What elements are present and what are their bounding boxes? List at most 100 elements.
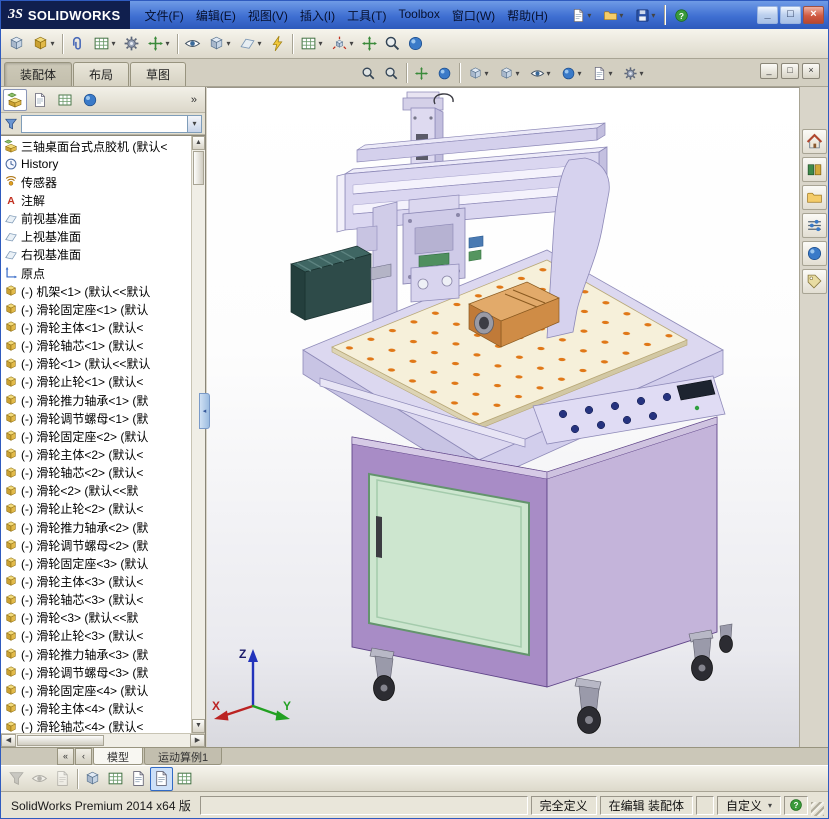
edit-appearance-icon[interactable] xyxy=(556,62,587,84)
apply-scene-icon[interactable] xyxy=(587,62,618,84)
help-icon[interactable] xyxy=(670,3,693,27)
custom-properties-tab[interactable] xyxy=(801,269,827,294)
tree-item[interactable]: (-) 滑轮止轮<2> (默认< xyxy=(1,500,191,518)
doc-restore-button[interactable]: □ xyxy=(781,63,799,79)
tree-item[interactable]: (-) 滑轮推力轴承<1> (默 xyxy=(1,391,191,409)
tree-item[interactable]: (-) 滑轮固定座<3> (默认 xyxy=(1,554,191,572)
tree-item[interactable]: (-) 滑轮轴芯<1> (默认< xyxy=(1,337,191,355)
tree-item[interactable]: 传感器 xyxy=(1,173,191,191)
panel-splitter-handle[interactable]: ◂ xyxy=(199,393,210,429)
previous-view-icon[interactable] xyxy=(410,62,433,84)
smart-fasteners-icon[interactable] xyxy=(120,32,143,56)
tab-model[interactable]: 模型 xyxy=(93,748,143,765)
tree-item[interactable]: (-) 滑轮主体<3> (默认< xyxy=(1,572,191,590)
tree-filter-input[interactable]: ▾ xyxy=(21,114,202,133)
panel-overflow-button[interactable]: » xyxy=(185,94,203,106)
3d-model-view[interactable] xyxy=(207,88,799,747)
filter-funnel-icon[interactable] xyxy=(4,117,18,131)
tree-item[interactable]: (-) 滑轮止轮<3> (默认< xyxy=(1,627,191,645)
tab-motion-study-1[interactable]: 运动算例1 xyxy=(144,748,223,765)
new-motion-study-icon[interactable] xyxy=(266,32,289,56)
show-hidden-components-icon[interactable] xyxy=(181,32,204,56)
move-component-icon[interactable] xyxy=(143,32,174,56)
menu-view[interactable]: 视图(V) xyxy=(242,5,294,26)
open-icon[interactable] xyxy=(598,3,629,27)
mate-icon[interactable] xyxy=(66,32,89,56)
tab-scroll-left-button[interactable]: ‹ xyxy=(75,748,92,765)
tree-item[interactable]: (-) 滑轮固定座<1> (默认 xyxy=(1,300,191,318)
tree-item[interactable]: 右视基准面 xyxy=(1,246,191,264)
tree-item[interactable]: (-) 滑轮<1> (默认<<默认 xyxy=(1,355,191,373)
assembly-visualization-icon[interactable] xyxy=(81,767,104,791)
section-view-icon[interactable] xyxy=(433,62,456,84)
grid-snap-icon[interactable] xyxy=(173,767,196,791)
isolate-icon[interactable] xyxy=(404,32,427,56)
displaymanager-tab[interactable] xyxy=(78,89,102,111)
tree-item[interactable]: 前视基准面 xyxy=(1,210,191,228)
display-style-icon[interactable] xyxy=(494,62,525,84)
design-library-tab[interactable] xyxy=(801,157,827,182)
tree-horizontal-scrollbar[interactable]: ◀ ▶ xyxy=(1,733,205,747)
tree-item[interactable]: 三轴桌面台式点胶机 (默认< xyxy=(1,137,191,155)
minimize-button[interactable]: _ xyxy=(757,6,778,24)
file-explorer-tab[interactable] xyxy=(801,185,827,210)
tree-item[interactable]: (-) 滑轮调节螺母<3> (默 xyxy=(1,663,191,681)
scroll-up-icon[interactable]: ▲ xyxy=(192,136,205,150)
tree-item[interactable]: (-) 滑轮轴芯<2> (默认< xyxy=(1,464,191,482)
doc-close-button[interactable]: × xyxy=(802,63,820,79)
filter-dropdown-icon[interactable]: ▾ xyxy=(187,115,201,132)
close-button[interactable]: × xyxy=(803,6,824,24)
sheet-format-icon[interactable] xyxy=(127,767,150,791)
tree-item[interactable]: (-) 滑轮主体<2> (默认< xyxy=(1,445,191,463)
tree-item[interactable]: 上视基准面 xyxy=(1,228,191,246)
zoom-to-area-icon[interactable] xyxy=(380,62,403,84)
tab-scroll-start-button[interactable]: « xyxy=(57,748,74,765)
view-settings-icon[interactable] xyxy=(618,62,649,84)
tree-item[interactable]: (-) 滑轮推力轴承<3> (默 xyxy=(1,645,191,663)
appearances-tab[interactable] xyxy=(801,241,827,266)
tree-item[interactable]: (-) 滑轮固定座<2> (默认 xyxy=(1,427,191,445)
view-orientation-icon[interactable] xyxy=(463,62,494,84)
tree-item[interactable]: (-) 滑轮轴芯<4> (默认< xyxy=(1,718,191,733)
scroll-left-icon[interactable]: ◀ xyxy=(1,734,16,747)
tree-item[interactable]: (-) 滑轮推力轴承<2> (默 xyxy=(1,518,191,536)
tree-item[interactable]: (-) 机架<1> (默认<<默认 xyxy=(1,282,191,300)
tree-item[interactable]: 原点 xyxy=(1,264,191,282)
scrollbar-thumb[interactable] xyxy=(193,151,204,185)
menu-tools[interactable]: 工具(T) xyxy=(341,5,392,26)
tree-item[interactable]: (-) 滑轮调节螺母<1> (默 xyxy=(1,409,191,427)
menu-insert[interactable]: 插入(I) xyxy=(294,5,341,26)
solidworks-resources-tab[interactable] xyxy=(801,129,827,154)
insert-components-icon[interactable] xyxy=(28,32,59,56)
scroll-right-icon[interactable]: ▶ xyxy=(190,734,205,747)
menu-toolbox[interactable]: Toolbox xyxy=(392,5,445,26)
tree-item[interactable]: History xyxy=(1,155,191,173)
tree-item[interactable]: (-) 滑轮调节螺母<2> (默 xyxy=(1,536,191,554)
status-help-icon[interactable] xyxy=(784,795,808,815)
doc-minimize-button[interactable]: _ xyxy=(760,63,778,79)
tree-item[interactable]: (-) 滑轮轴芯<3> (默认< xyxy=(1,591,191,609)
configurationmanager-tab[interactable] xyxy=(53,89,77,111)
propertymanager-tab[interactable] xyxy=(28,89,52,111)
menu-file[interactable]: 文件(F) xyxy=(138,5,189,26)
tree-item[interactable]: 注解 xyxy=(1,191,191,209)
scroll-down-icon[interactable]: ▼ xyxy=(192,719,205,733)
exploded-view-icon[interactable] xyxy=(327,32,358,56)
tab-sketch[interactable]: 草图 xyxy=(130,62,187,86)
tree-item[interactable]: (-) 滑轮固定座<4> (默认 xyxy=(1,681,191,699)
tab-assembly[interactable]: 装配体 xyxy=(4,62,73,86)
reference-geometry-icon[interactable] xyxy=(235,32,266,56)
maximize-button[interactable]: □ xyxy=(780,6,801,24)
zoom-to-fit-icon[interactable] xyxy=(357,62,380,84)
take-snapshot-icon[interactable] xyxy=(381,32,404,56)
save-icon[interactable] xyxy=(630,3,661,27)
bill-of-materials-icon[interactable] xyxy=(296,32,327,56)
scrollbar-thumb[interactable] xyxy=(17,735,104,746)
tree-item[interactable]: (-) 滑轮<2> (默认<<默 xyxy=(1,482,191,500)
assembly-features-icon[interactable] xyxy=(204,32,235,56)
linear-component-pattern-icon[interactable] xyxy=(89,32,120,56)
hide-show-items-icon[interactable] xyxy=(525,62,556,84)
edit-component-icon[interactable] xyxy=(5,32,28,56)
tree-item[interactable]: (-) 滑轮主体<1> (默认< xyxy=(1,318,191,336)
menu-edit[interactable]: 编辑(E) xyxy=(190,5,242,26)
